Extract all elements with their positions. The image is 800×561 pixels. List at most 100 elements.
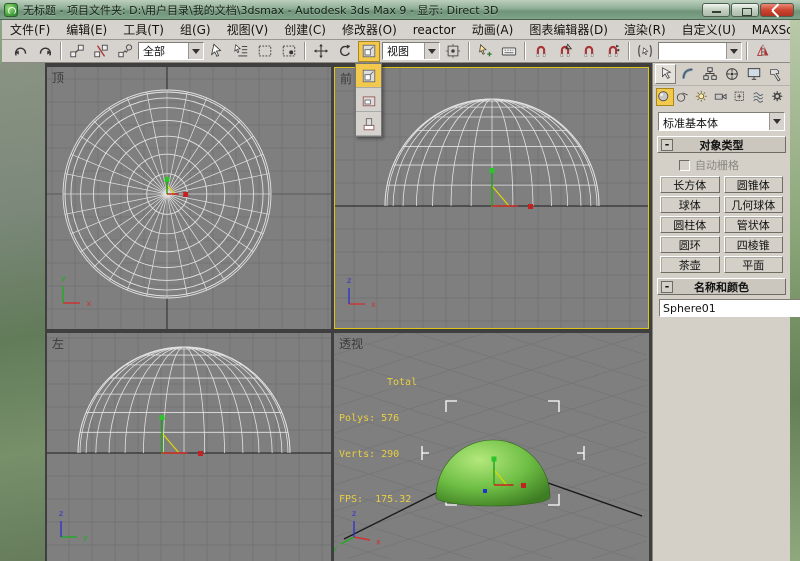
pyramid-button[interactable]: 四棱锥 (723, 236, 783, 253)
menu-tools[interactable]: 工具(T) (115, 19, 172, 40)
sphere-button[interactable]: 球体 (660, 196, 720, 213)
autogrid-checkbox[interactable] (679, 159, 690, 171)
spinner-snap-button[interactable] (602, 41, 624, 62)
cylinder-button[interactable]: 圆柱体 (660, 216, 720, 233)
viewport-left[interactable]: 左 yz (47, 333, 331, 561)
viewport-perspective[interactable]: 透视 Total Polys: 576 Verts: 290 FPS: 175.… (334, 333, 649, 561)
select-object-button[interactable] (206, 41, 228, 62)
mirror-button[interactable] (752, 41, 774, 62)
plane-button[interactable]: 平面 (723, 256, 783, 273)
close-button[interactable] (760, 2, 794, 17)
minimize-button[interactable] (702, 2, 730, 17)
primitive-category-dropdown[interactable]: 标准基本体 (658, 112, 785, 131)
subcat-systems[interactable] (769, 88, 787, 106)
box-button[interactable]: 长方体 (660, 176, 720, 193)
named-selection-dropdown[interactable] (658, 42, 742, 60)
menu-animation[interactable]: 动画(A) (464, 19, 522, 40)
keyboard-shortcut-override-button[interactable] (498, 41, 520, 62)
viewport-top[interactable]: 顶 xy (47, 67, 331, 329)
tube-button[interactable]: 管状体 (723, 216, 783, 233)
menu-create[interactable]: 创建(C) (276, 19, 334, 40)
geosphere-button[interactable]: 几何球体 (723, 196, 783, 213)
select-and-move-button[interactable] (310, 41, 332, 62)
rectangular-selection-region-button[interactable] (254, 41, 276, 62)
undo-button[interactable] (10, 41, 32, 62)
svg-text:y: y (334, 544, 338, 553)
menu-edit[interactable]: 编辑(E) (58, 19, 115, 40)
subcat-spacewarps[interactable] (750, 88, 768, 106)
viewport-front-label[interactable]: 前 (340, 70, 352, 87)
toolbar-separator (628, 42, 630, 60)
scale-flyout (355, 63, 382, 137)
selection-filter-dropdown[interactable]: 全部 (138, 42, 204, 60)
redo-button[interactable] (34, 41, 56, 62)
name-color-rollout-header[interactable]: - 名称和颜色 (657, 278, 786, 295)
menu-views[interactable]: 视图(V) (219, 19, 277, 40)
percent-snap-button[interactable] (578, 41, 600, 62)
use-pivot-center-button[interactable] (442, 41, 464, 62)
cone-button[interactable]: 圆锥体 (723, 176, 783, 193)
toolbar-separator (746, 42, 748, 60)
app-icon (4, 2, 18, 17)
collapse-icon[interactable]: - (661, 138, 673, 151)
name-color-row (659, 299, 800, 317)
autogrid-label: 自动栅格 (695, 159, 739, 172)
dropdown-arrow-icon[interactable] (188, 43, 203, 59)
statistics-overlay: Total Polys: 576 Verts: 290 FPS: 175.32 (339, 353, 417, 530)
snap-toggle-3d-button[interactable] (530, 41, 552, 62)
toolbar-separator (468, 42, 470, 60)
torus-button[interactable]: 圆环 (660, 236, 720, 253)
viewport-perspective-label[interactable]: 透视 (339, 335, 363, 352)
subcat-lights[interactable] (694, 88, 712, 106)
stat-verts: Verts: 290 (339, 449, 400, 460)
left-viewport-canvas[interactable]: yz (47, 333, 331, 561)
dropdown-arrow-icon[interactable] (769, 113, 784, 130)
uniform-scale-button[interactable] (356, 64, 381, 88)
tab-hierarchy[interactable] (699, 64, 720, 84)
menu-reactor[interactable]: reactor (405, 21, 464, 39)
subcat-cameras[interactable] (713, 88, 731, 106)
stat-fps: FPS: 175.32 (339, 494, 412, 505)
viewport-top-label[interactable]: 顶 (52, 69, 64, 86)
unlink-selection-button[interactable] (90, 41, 112, 62)
tab-utilities[interactable] (765, 64, 786, 84)
menu-rendering[interactable]: 渲染(R) (616, 19, 674, 40)
select-and-link-button[interactable] (66, 41, 88, 62)
subcat-shapes[interactable] (675, 88, 693, 106)
bind-to-space-warp-button[interactable] (114, 41, 136, 62)
tab-motion[interactable] (721, 64, 742, 84)
angle-snap-button[interactable] (554, 41, 576, 62)
object-type-rollout-header[interactable]: - 对象类型 (657, 136, 786, 153)
dropdown-arrow-icon[interactable] (726, 43, 741, 59)
viewport-left-label[interactable]: 左 (52, 335, 64, 352)
object-type-buttons: 长方体 圆锥体 球体 几何球体 圆柱体 管状体 圆环 四棱锥 茶壶 平面 (660, 176, 783, 273)
tab-display[interactable] (743, 64, 764, 84)
command-panel: 标准基本体 - 对象类型 自动栅格 长方体 圆锥体 球体 几何球体 圆柱体 管状… (652, 63, 800, 561)
squash-button[interactable] (356, 112, 381, 136)
subcat-geometry[interactable] (656, 88, 674, 106)
reference-coordinate-dropdown[interactable]: 视图 (382, 42, 440, 60)
tab-modify[interactable] (677, 64, 698, 84)
maximize-button[interactable] (731, 2, 759, 17)
select-and-scale-button[interactable] (358, 40, 380, 62)
select-and-manipulate-button[interactable] (474, 41, 496, 62)
collapse-icon[interactable]: - (661, 280, 673, 293)
dropdown-arrow-icon[interactable] (424, 43, 439, 59)
window-crossing-toggle-button[interactable] (278, 41, 300, 62)
subcat-helpers[interactable] (731, 88, 749, 106)
select-by-name-button[interactable] (230, 41, 252, 62)
tab-create[interactable] (655, 64, 676, 84)
top-viewport-canvas[interactable]: xy (47, 67, 331, 329)
menu-file[interactable]: 文件(F) (2, 19, 58, 40)
desktop-background-right (790, 20, 800, 561)
menu-group[interactable]: 组(G) (172, 19, 219, 40)
object-name-input[interactable] (659, 299, 800, 317)
toolbar-separator (524, 42, 526, 60)
edit-named-selection-button[interactable] (634, 41, 656, 62)
menu-modifiers[interactable]: 修改器(O) (334, 19, 405, 40)
select-and-rotate-button[interactable] (334, 41, 356, 62)
teapot-button[interactable]: 茶壶 (660, 256, 720, 273)
menu-customize[interactable]: 自定义(U) (674, 19, 744, 40)
non-uniform-scale-button[interactable] (356, 88, 381, 112)
menu-graph-editors[interactable]: 图表编辑器(D) (521, 19, 616, 40)
